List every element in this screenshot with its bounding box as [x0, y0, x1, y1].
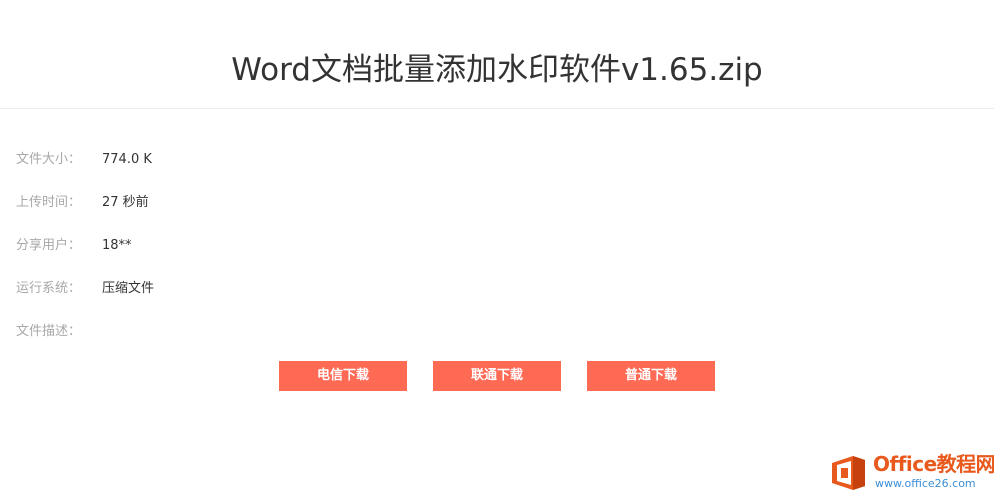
system-value: 压缩文件 — [102, 281, 155, 296]
description-row: 文件描述： — [16, 322, 102, 342]
description-label: 文件描述： — [16, 324, 82, 339]
shared-by-row: 分享用户： 18** — [16, 236, 132, 256]
shared-by-label: 分享用户： — [16, 238, 82, 253]
normal-download-button[interactable]: 普通下载 — [587, 361, 715, 391]
file-size-value: 774.0 K — [102, 152, 152, 167]
upload-time-row: 上传时间： 27 秒前 — [16, 193, 149, 213]
system-row: 运行系统： 压缩文件 — [16, 279, 154, 299]
unicom-download-button[interactable]: 联通下载 — [433, 361, 561, 391]
office-logo-icon — [832, 456, 865, 490]
system-label: 运行系统： — [16, 281, 82, 296]
file-size-label: 文件大小： — [16, 152, 82, 167]
shared-by-value: 18** — [102, 238, 132, 253]
file-title: Word文档批量添加水印软件v1.65.zip — [231, 52, 763, 88]
download-buttons: 电信下载 联通下载 普通下载 — [0, 361, 994, 391]
file-size-row: 文件大小： 774.0 K — [16, 150, 152, 170]
watermark: Office教程网 www.office26.com — [829, 450, 994, 496]
watermark-name: Office教程网 — [873, 452, 994, 476]
telecom-download-button[interactable]: 电信下载 — [279, 361, 407, 391]
upload-time-value: 27 秒前 — [102, 195, 149, 210]
page-header: Word文档批量添加水印软件v1.65.zip — [0, 0, 994, 109]
upload-time-label: 上传时间： — [16, 195, 82, 210]
watermark-url: www.office26.com — [875, 477, 976, 490]
